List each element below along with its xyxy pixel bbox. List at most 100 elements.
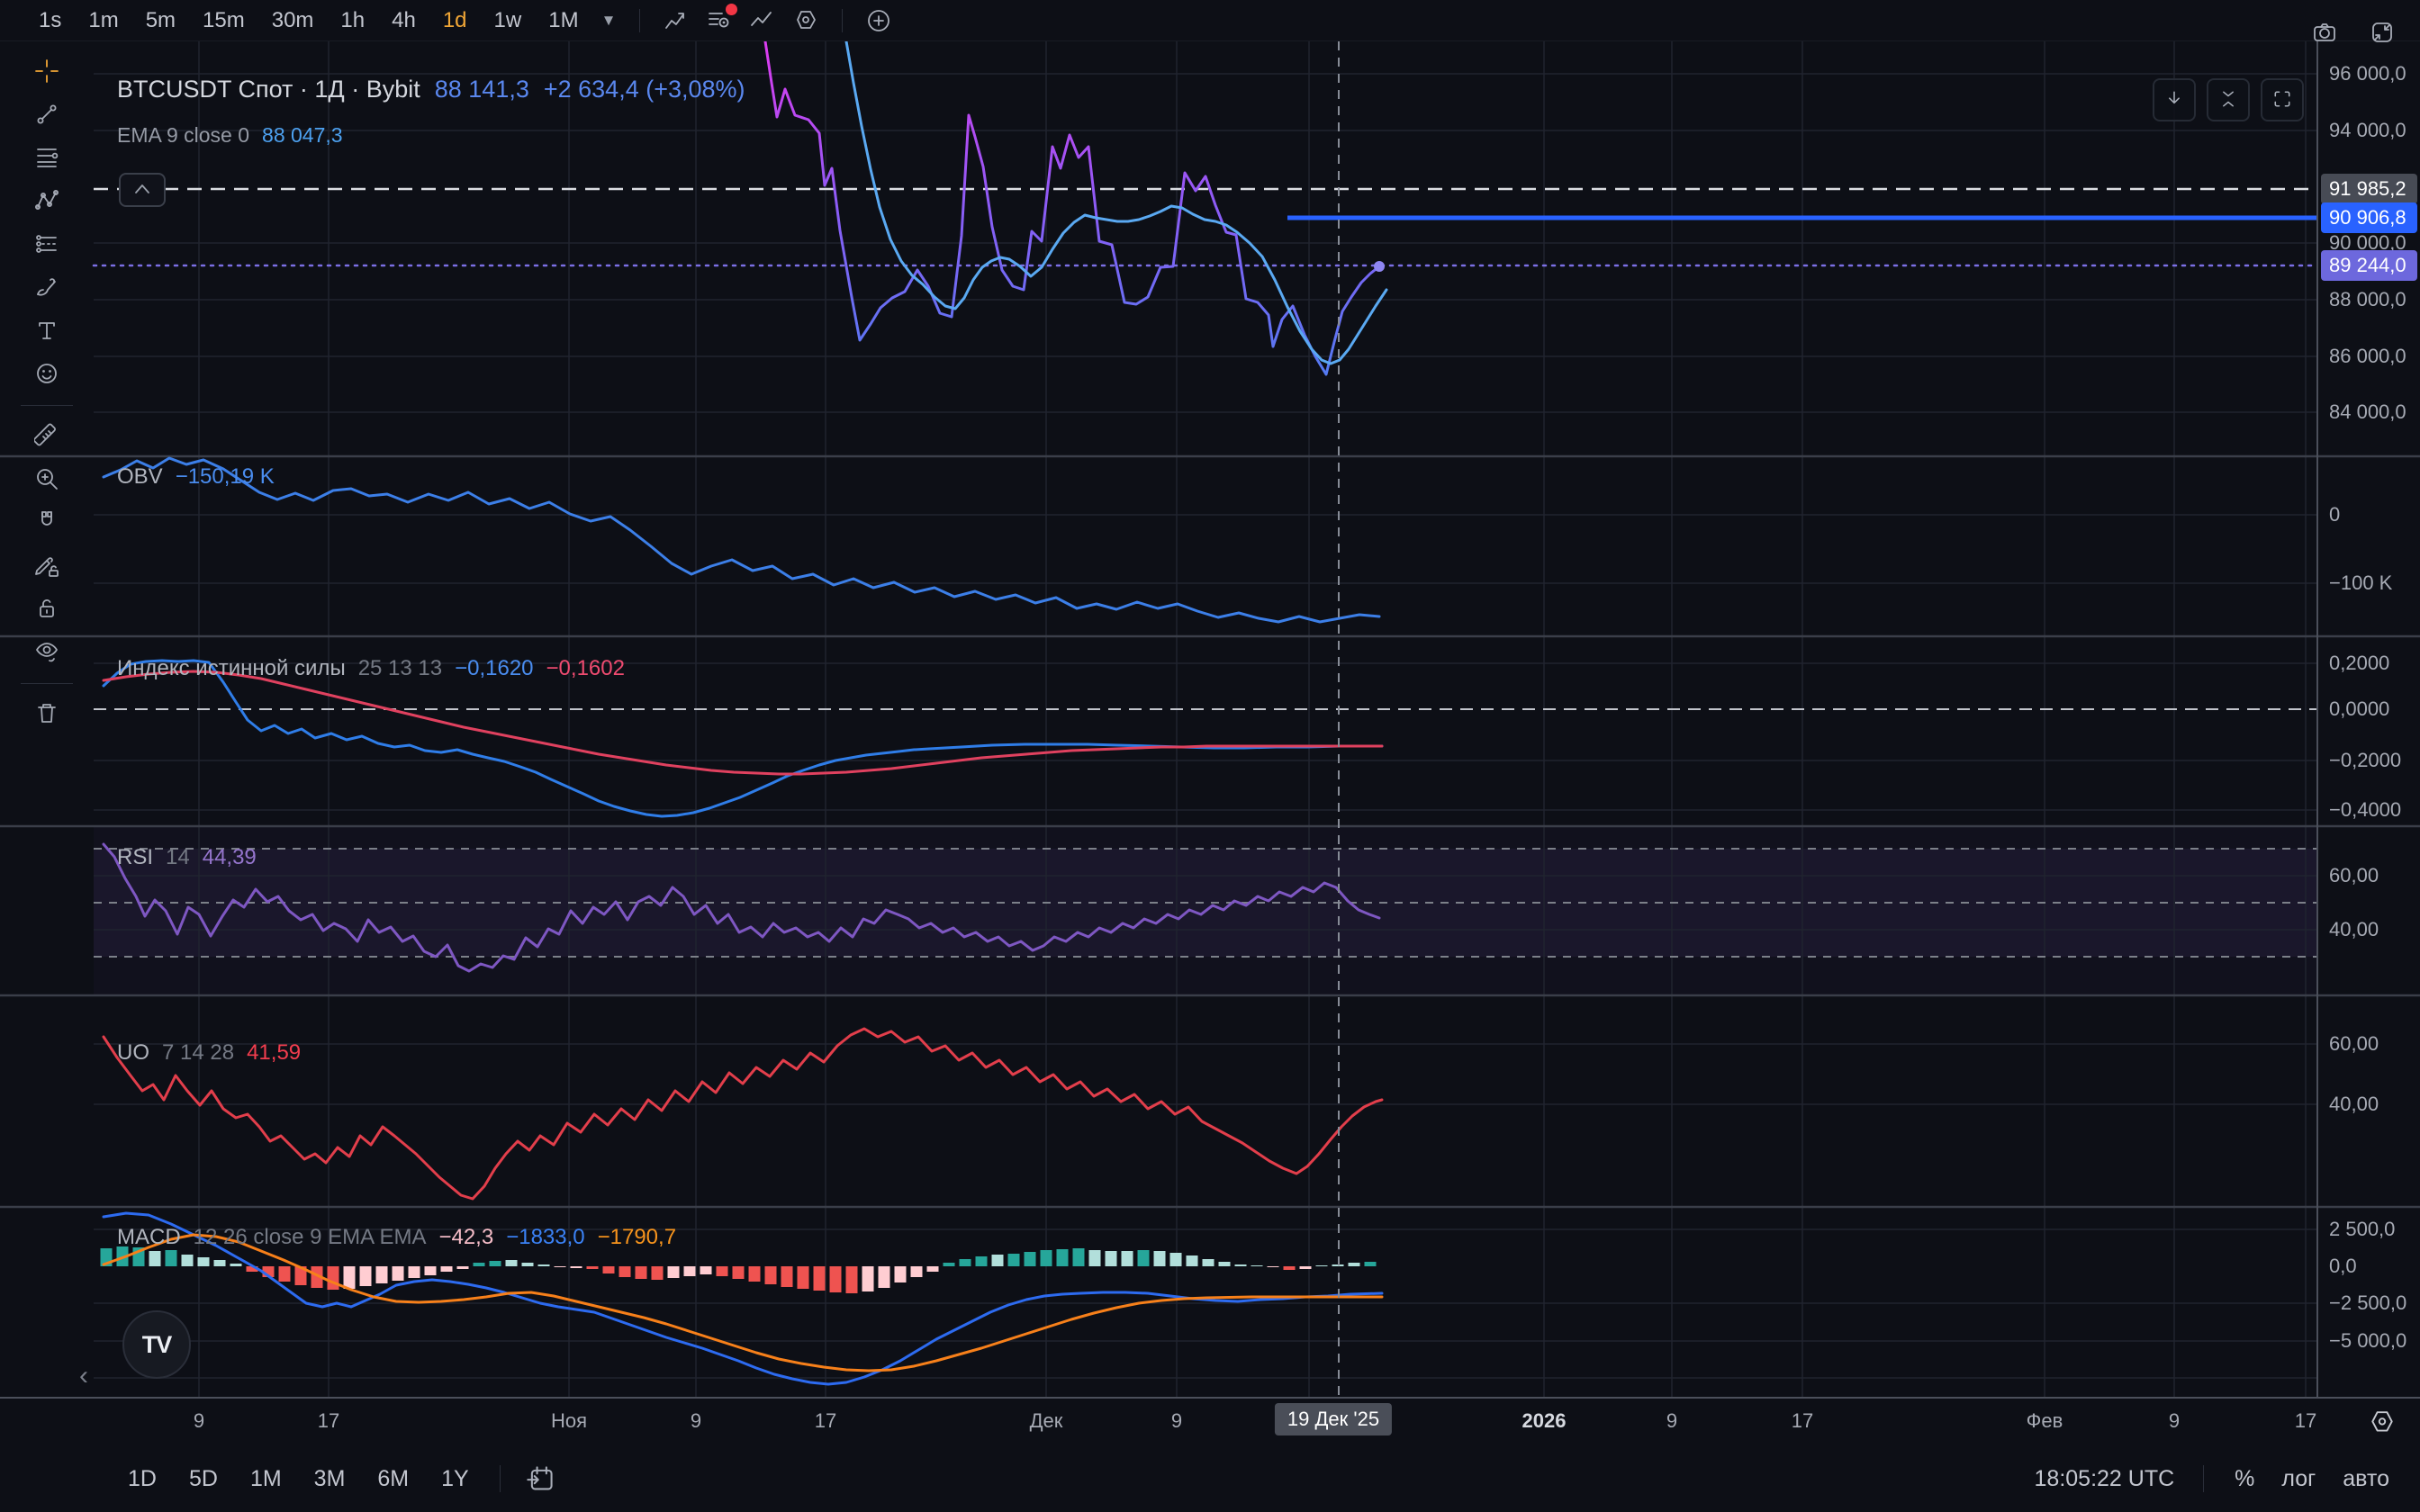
uo-label-part: 41,59 (247, 1040, 301, 1066)
magnet-icon[interactable] (25, 505, 68, 541)
time-axis[interactable]: 19 Дек '25 917Ноя917Дек92026917Фев917 (0, 1397, 2420, 1445)
tsi-indicator-label[interactable]: Индекс истинной силы25 13 13−0,1620−0,16… (117, 656, 625, 681)
clock[interactable]: 18:05:22 UTC (2026, 1462, 2184, 1496)
timeframe-1h[interactable]: 1h (327, 6, 378, 35)
macd-histogram-bar (376, 1266, 388, 1283)
tradingview-logo[interactable]: TV (122, 1310, 191, 1379)
price-axis[interactable]: 96 000,094 000,090 000,088 000,086 000,0… (2316, 41, 2420, 1445)
top-right-icons (2303, 13, 2404, 54)
collapse-pane-icon[interactable] (2207, 78, 2250, 122)
unit-%[interactable]: % (2224, 1462, 2265, 1496)
macd-histogram-bar (279, 1266, 291, 1282)
symbol-title[interactable]: BTCUSDT Спот · 1Д · Bybit (117, 76, 420, 104)
unit-авто[interactable]: авто (2332, 1462, 2400, 1496)
maximize-pane-icon[interactable] (2261, 78, 2304, 122)
macd-histogram-bar (636, 1266, 647, 1279)
macd-histogram-bar (587, 1266, 599, 1269)
toolbar-divider (21, 405, 73, 406)
scroll-to-recent-icon[interactable] (2153, 78, 2196, 122)
macd-histogram-bar (700, 1266, 712, 1274)
add-icon[interactable] (857, 2, 900, 40)
ema-indicator-label[interactable]: EMA 9 close 0 (117, 123, 249, 148)
macd-histogram-bar (1170, 1253, 1182, 1266)
projection-icon[interactable] (25, 227, 68, 263)
range-6M[interactable]: 6M (365, 1462, 421, 1496)
timeframe-4h[interactable]: 4h (378, 6, 429, 35)
emoji-icon[interactable] (25, 356, 68, 392)
macd-histogram-bar (976, 1256, 988, 1266)
price-axis-label: 60,00 (2329, 864, 2379, 887)
range-3M[interactable]: 3M (302, 1462, 358, 1496)
obv-indicator-label[interactable]: OBV−150,19 K (117, 464, 275, 490)
timeframe-15m[interactable]: 15m (189, 6, 258, 35)
macd-indicator-label[interactable]: MACD12 26 close 9 EMA EMA−42,3−1833,0−17… (117, 1225, 676, 1250)
timeframe-1w[interactable]: 1w (481, 6, 536, 35)
timeframe-1d[interactable]: 1d (429, 6, 481, 35)
tsi-label-part: Индекс истинной силы (117, 656, 346, 681)
unit-лог[interactable]: лог (2271, 1462, 2326, 1496)
alert-icon[interactable] (784, 2, 827, 40)
macd-histogram-bar (1219, 1262, 1231, 1266)
price-line (765, 41, 1379, 374)
price-axis-label: 0 (2329, 503, 2340, 526)
indicator-templates-icon[interactable] (698, 2, 741, 40)
collapse-icon[interactable] (2361, 13, 2404, 54)
xabcd-pattern-icon[interactable] (25, 184, 68, 220)
indicators-icon[interactable] (655, 2, 698, 40)
macd-histogram-bar (846, 1266, 858, 1293)
price-axis-label: 2 500,0 (2329, 1218, 2395, 1241)
timeframe-5m[interactable]: 5m (132, 6, 189, 35)
price-axis-label: −0,4000 (2329, 798, 2401, 822)
time-axis-tick: 9 (691, 1409, 701, 1433)
macd-histogram-bar (230, 1264, 242, 1266)
text-icon[interactable] (25, 313, 68, 349)
macd-histogram-bar (166, 1250, 177, 1266)
macd-label-part: 12 26 close 9 EMA EMA (194, 1225, 427, 1250)
trash-icon[interactable] (25, 697, 68, 733)
macd-histogram-bar (1073, 1248, 1085, 1266)
timeframe-1m[interactable]: 1m (75, 6, 131, 35)
fib-retracement-icon[interactable] (25, 140, 68, 176)
tsi-label-part: 25 13 13 (358, 656, 442, 681)
macd-histogram-bar (1089, 1250, 1101, 1266)
crosshair-icon[interactable] (25, 54, 68, 90)
ruler-icon[interactable] (25, 418, 68, 454)
time-axis-tick: 9 (1171, 1409, 1182, 1433)
range-1M[interactable]: 1M (238, 1462, 294, 1496)
macd-histogram-bar (1365, 1262, 1377, 1266)
hide-drawings-icon[interactable] (25, 634, 68, 670)
tradingview-chart-app: 1s1m5m15m30m1h4h1d1w1M ▼ BTCUSDT Спот · … (0, 0, 2420, 1512)
timeframe-1s[interactable]: 1s (25, 6, 75, 35)
lock-icon[interactable] (25, 591, 68, 627)
timeframe-1M[interactable]: 1M (535, 6, 591, 35)
trend-line-icon[interactable] (25, 97, 68, 133)
chevron-left-icon[interactable]: ‹ (79, 1361, 88, 1391)
rsi-label-part: 14 (166, 845, 190, 870)
rsi-indicator-label[interactable]: RSI1444,39 (117, 845, 257, 870)
macd-histogram-bar (1154, 1251, 1166, 1266)
time-axis-tick: 9 (2169, 1409, 2180, 1433)
price-axis-label: −5 000,0 (2329, 1329, 2406, 1353)
macd-label-part: −1790,7 (598, 1225, 676, 1250)
range-5D[interactable]: 5D (176, 1462, 230, 1496)
gear-icon[interactable] (2364, 1406, 2400, 1440)
zoom-in-icon[interactable] (25, 462, 68, 498)
compare-icon[interactable] (741, 2, 784, 40)
price-axis-label: 88 000,0 (2329, 288, 2406, 311)
price-axis-label: 0,0 (2329, 1255, 2357, 1278)
brush-icon[interactable] (25, 270, 68, 306)
chevron-down-icon[interactable]: ▼ (592, 12, 626, 30)
price-axis-label: 84 000,0 (2329, 400, 2406, 424)
camera-icon[interactable] (2303, 13, 2346, 54)
uo-indicator-label[interactable]: UO7 14 2841,59 (117, 1040, 301, 1066)
drawing-lock-icon[interactable] (25, 548, 68, 584)
footer-divider (500, 1465, 501, 1492)
timeframe-30m[interactable]: 30m (258, 6, 328, 35)
chevron-up-icon[interactable] (119, 173, 166, 207)
macd-histogram-bar (457, 1266, 469, 1269)
chart-canvas[interactable] (0, 41, 2420, 1397)
calendar-goto-icon[interactable] (519, 1459, 562, 1498)
range-1D[interactable]: 1D (115, 1462, 169, 1496)
range-1Y[interactable]: 1Y (429, 1462, 482, 1496)
macd-histogram-bar (393, 1266, 404, 1281)
